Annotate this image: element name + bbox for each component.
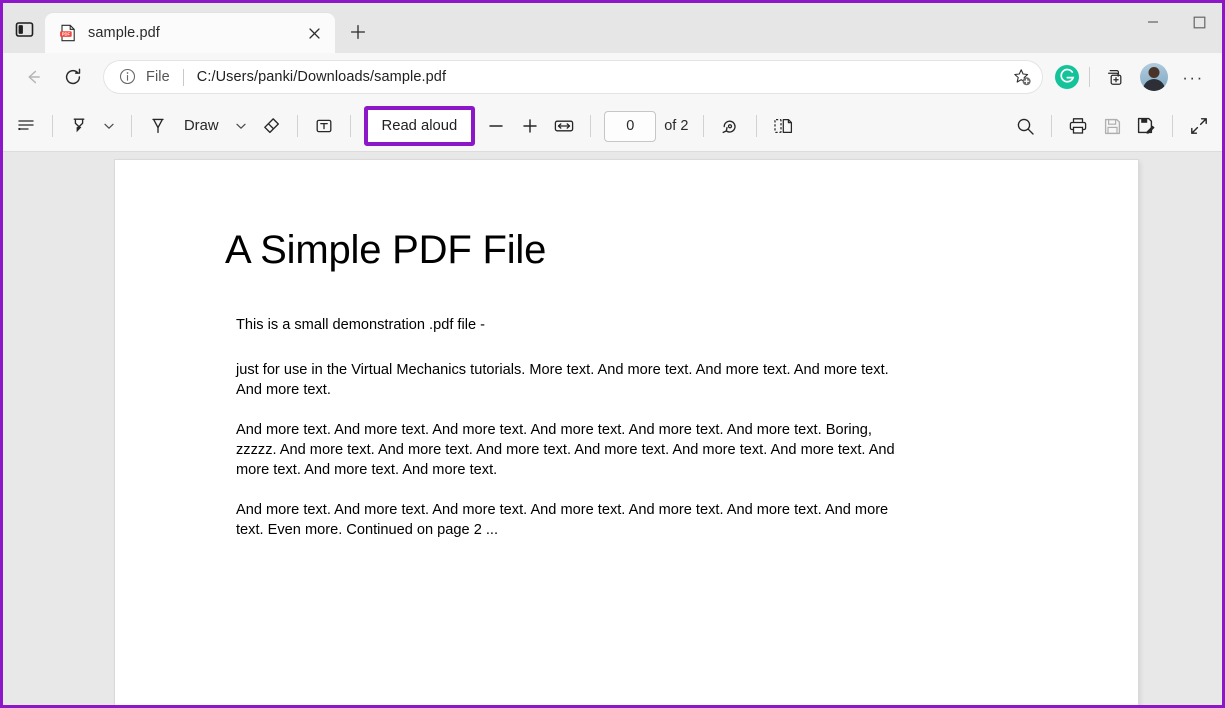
back-icon[interactable] (16, 60, 50, 94)
highlight-icon[interactable] (62, 109, 96, 143)
document-paragraph-1: This is a small demonstration .pdf file … (236, 317, 485, 333)
expand-fullscreen-icon[interactable] (1182, 109, 1216, 143)
browser-window: PDF sample.pdf File C:/Users/panki/Downl… (0, 0, 1225, 708)
toolbar-divider (1089, 67, 1090, 87)
pdf-page: A Simple PDF File This is a small demons… (115, 160, 1138, 705)
grammarly-extension-icon[interactable] (1055, 65, 1079, 89)
pdf-toolbar: Draw Read aloud 0 of 2 (3, 101, 1222, 152)
save-as-icon[interactable] (1129, 109, 1163, 143)
add-text-icon[interactable] (307, 109, 341, 143)
highlight-chevron-down-icon[interactable] (96, 111, 122, 141)
pdf-file-icon: PDF (59, 24, 77, 42)
omnibox-divider (182, 68, 184, 86)
page-view-icon[interactable] (766, 109, 800, 143)
document-paragraph-2: just for use in the Virtual Mechanics tu… (236, 362, 889, 398)
tab-actions-icon[interactable] (3, 9, 45, 49)
draw-pen-icon[interactable] (141, 109, 175, 143)
maximize-icon[interactable] (1176, 3, 1222, 41)
document-paragraph-3: And more text. And more text. And more t… (236, 422, 895, 478)
document-paragraph-4: And more text. And more text. And more t… (236, 502, 889, 538)
pdf-viewer[interactable]: A Simple PDF File This is a small demons… (3, 152, 1222, 705)
eraser-icon[interactable] (254, 109, 288, 143)
address-bar[interactable]: File C:/Users/panki/Downloads/sample.pdf (103, 60, 1043, 94)
pdf-toolbar-divider-8 (1051, 115, 1052, 137)
minimize-icon[interactable] (1130, 3, 1176, 41)
svg-text:PDF: PDF (62, 32, 71, 37)
url-scheme-label: File (146, 69, 170, 85)
tab-title: sample.pdf (88, 25, 160, 41)
avatar-head (1148, 67, 1160, 78)
more-dots: ··· (1182, 67, 1204, 87)
rotate-icon[interactable] (713, 109, 747, 143)
profile-avatar[interactable] (1140, 63, 1168, 91)
page-count-label: of 2 (664, 118, 689, 134)
refresh-icon[interactable] (56, 60, 90, 94)
pdf-toolbar-divider-5 (590, 115, 592, 137)
document-body: This is a small demonstration .pdf file … (236, 315, 896, 540)
info-icon[interactable] (119, 68, 137, 86)
draw-label[interactable]: Draw (175, 109, 228, 143)
document-title: A Simple PDF File (225, 228, 547, 272)
pdf-toolbar-divider-6 (703, 115, 705, 137)
zoom-out-icon[interactable] (479, 109, 513, 143)
read-aloud-button[interactable]: Read aloud (363, 106, 476, 146)
settings-more-icon[interactable]: ··· (1176, 60, 1210, 94)
pdf-toolbar-divider-2 (131, 115, 132, 137)
close-icon[interactable] (301, 20, 327, 46)
zoom-in-icon[interactable] (513, 109, 547, 143)
collections-icon[interactable] (1098, 60, 1132, 94)
pdf-toolbar-divider-4 (349, 115, 351, 137)
tab-strip: PDF sample.pdf (3, 3, 1222, 53)
page-number-input[interactable]: 0 (604, 110, 657, 142)
print-icon[interactable] (1061, 109, 1095, 143)
draw-chevron-down-icon[interactable] (228, 111, 254, 141)
save-icon (1095, 109, 1129, 143)
pdf-toolbar-divider-7 (756, 115, 758, 137)
url-text[interactable]: C:/Users/panki/Downloads/sample.pdf (197, 69, 1007, 85)
tab-sample-pdf[interactable]: PDF sample.pdf (45, 13, 335, 53)
table-of-contents-icon[interactable] (9, 109, 43, 143)
fit-to-width-icon[interactable] (547, 109, 581, 143)
window-controls (1130, 3, 1222, 53)
favorite-star-icon[interactable] (1007, 62, 1037, 92)
navigation-bar: File C:/Users/panki/Downloads/sample.pdf (3, 53, 1222, 101)
new-tab-icon[interactable] (341, 15, 375, 49)
avatar-body (1143, 79, 1165, 91)
pdf-toolbar-divider-3 (296, 115, 298, 137)
search-icon[interactable] (1008, 109, 1042, 143)
pdf-toolbar-divider-9 (1172, 115, 1173, 137)
pdf-toolbar-divider (52, 115, 53, 137)
